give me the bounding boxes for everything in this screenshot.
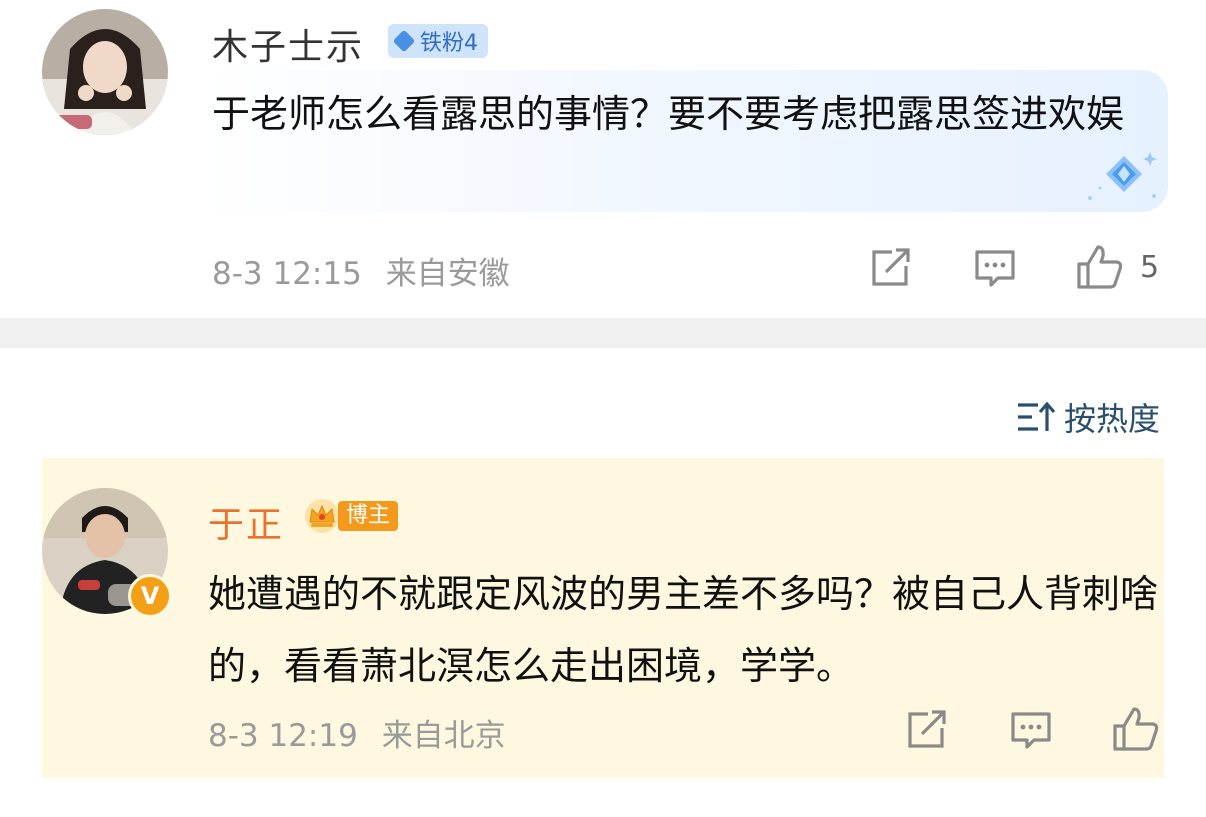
fan-level-label: 铁粉4 xyxy=(420,31,478,56)
section-divider xyxy=(0,318,1206,348)
comment-icon xyxy=(975,250,1015,287)
comment-item-highlighted: V 于正 博主 她遭遇的不就跟定风波的男主差不多吗？被自己人背刺啥的，看看萧北溟… xyxy=(42,458,1164,778)
blogger-label: 博主 xyxy=(338,501,399,531)
sort-label: 按热度 xyxy=(1063,400,1160,438)
username[interactable]: 木子士示 xyxy=(212,18,364,70)
verified-badge: V xyxy=(128,574,172,618)
like-icon xyxy=(1077,245,1123,289)
like-button[interactable] xyxy=(1112,706,1160,752)
sort-toggle[interactable]: 按热度 xyxy=(1016,394,1160,440)
sort-icon xyxy=(1017,401,1056,431)
username[interactable]: 于正 xyxy=(208,496,284,548)
blogger-badge: 博主 xyxy=(304,496,399,536)
comment-item: 木子士示 铁粉4 于老师怎么看露思的事情？要不要考虑把露思签进欢娱 8-3 12… xyxy=(0,0,1206,318)
comment-text: 于老师怎么看露思的事情？要不要考虑把露思签进欢娱 xyxy=(212,92,1125,136)
comment-meta: 8-3 12:19 来自北京 xyxy=(208,710,506,755)
timestamp: 8-3 12:19 xyxy=(208,718,358,754)
share-button[interactable] xyxy=(870,248,912,288)
location: 来自安徽 xyxy=(385,256,510,292)
diamond-sparkle-icon xyxy=(1088,152,1157,200)
share-icon xyxy=(872,248,910,286)
crown-icon xyxy=(305,499,339,533)
comment-button[interactable] xyxy=(974,248,1016,290)
like-button[interactable] xyxy=(1076,244,1124,290)
like-icon xyxy=(1113,707,1159,751)
avatar[interactable] xyxy=(42,9,168,135)
share-button[interactable] xyxy=(906,710,948,750)
fan-level-badge[interactable]: 铁粉4 xyxy=(388,24,488,58)
share-icon xyxy=(908,710,946,748)
comment-meta: 8-3 12:15 来自安徽 xyxy=(212,248,510,293)
like-count: 5 xyxy=(1140,250,1160,285)
location: 来自北京 xyxy=(381,718,506,754)
diamond-icon xyxy=(392,29,416,53)
comment-text: 她遭遇的不就跟定风波的男主差不多吗？被自己人背刺啥的，看看萧北溟怎么走出困境，学… xyxy=(208,572,1159,688)
comment-icon xyxy=(1011,712,1051,749)
comment-button[interactable] xyxy=(1010,710,1052,752)
timestamp: 8-3 12:15 xyxy=(212,256,362,292)
